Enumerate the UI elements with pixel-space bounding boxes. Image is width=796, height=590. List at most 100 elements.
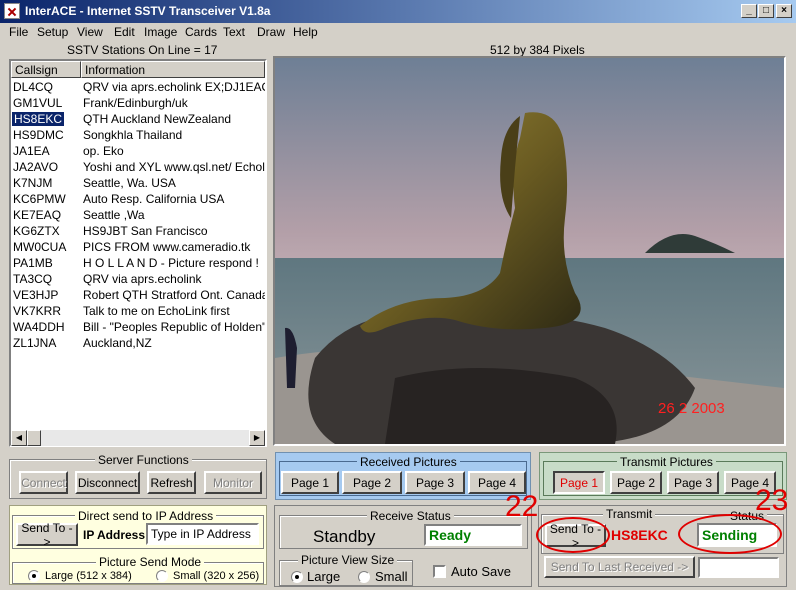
station-callsign: WA4DDH [13, 320, 65, 334]
ip-address-label: IP Address [83, 528, 146, 542]
station-info: QTH Auckland NewZealand [83, 112, 232, 126]
monitor-button[interactable]: Monitor [204, 471, 262, 494]
photo-date-stamp: 26 2 2003 [658, 400, 725, 417]
station-info: Frank/Edinburgh/uk [83, 96, 188, 110]
send-mode-small-radio[interactable] [156, 570, 168, 582]
view-size-large-label: Large [307, 569, 341, 584]
station-callsign: KE7EAQ [13, 208, 62, 222]
menu-help[interactable]: Help [293, 25, 318, 39]
received-pictures-title: Received Pictures [357, 455, 460, 469]
station-callsign: VE3HJP [13, 288, 59, 302]
station-callsign: PA1MB [13, 256, 53, 270]
view-size-small-radio[interactable] [358, 571, 370, 583]
scroll-thumb[interactable] [27, 430, 41, 446]
menu-draw[interactable]: Draw [257, 25, 285, 39]
menu-image[interactable]: Image [144, 25, 177, 39]
table-row[interactable]: KG6ZTX HS9JBT San Francisco [11, 223, 265, 239]
close-button[interactable]: × [776, 4, 792, 18]
station-info: Seattle ,Wa [83, 208, 145, 222]
table-row[interactable]: HS8EKC QTH Auckland NewZealand [11, 111, 265, 127]
station-callsign: JA1EA [13, 144, 50, 158]
transmit-callsign: HS8EKC [611, 527, 668, 543]
direct-send-title: Direct send to IP Address [75, 509, 217, 523]
scroll-left-icon[interactable]: ◀ [11, 430, 27, 446]
table-row[interactable]: ZL1JNA Auckland,NZ [11, 335, 265, 351]
menu-view[interactable]: View [77, 25, 103, 39]
station-callsign: TA3CQ [13, 272, 53, 286]
table-row[interactable]: PA1MB H O L L A N D - Picture respond ! [11, 255, 265, 271]
app-icon[interactable] [4, 3, 20, 19]
transmit-title: Transmit [603, 507, 656, 521]
receive-status-value: Ready [424, 524, 522, 546]
send-mode-large-label: Large (512 x 384) [45, 570, 132, 582]
station-info: Yoshi and XYL www.qsl.net/ Echolink [83, 160, 265, 174]
title-bar: InterACE - Internet SSTV Transceiver V1.… [0, 0, 796, 23]
station-info: Auckland,NZ [83, 336, 152, 350]
menu-cards[interactable]: Cards [185, 25, 217, 39]
table-row[interactable]: HS9DMC Songkhla Thailand [11, 127, 265, 143]
received-page-3-button[interactable]: Page 3 [405, 471, 465, 494]
transmit-page-2-button[interactable]: Page 2 [610, 471, 662, 494]
direct-send-to-button[interactable]: Send To -> [16, 521, 78, 549]
scroll-right-icon[interactable]: ▶ [249, 430, 265, 446]
annotation-number-22: 22 [505, 490, 539, 523]
station-info: Talk to me on EchoLink first [83, 304, 230, 318]
list-horizontal-scrollbar[interactable]: ◀ ▶ [11, 430, 265, 446]
table-row[interactable]: K7NJM Seattle, Wa. USA [11, 175, 265, 191]
column-header-callsign[interactable]: Callsign [11, 61, 81, 78]
table-row[interactable]: JA2AVO Yoshi and XYL www.qsl.net/ Echolin… [11, 159, 265, 175]
minimize-button[interactable]: _ [741, 4, 757, 18]
maximize-button[interactable]: □ [758, 4, 774, 18]
menu-edit[interactable]: Edit [114, 25, 135, 39]
send-to-last-received-button[interactable]: Send To Last Received -> [544, 556, 695, 578]
send-mode-title: Picture Send Mode [96, 555, 205, 569]
table-row[interactable]: WA4DDH Bill - "Peoples Republic of Holden… [11, 319, 265, 335]
station-list[interactable]: Callsign Information DL4CQ QRV via aprs.e… [9, 59, 267, 447]
transmit-page-1-button[interactable]: Page 1 [553, 471, 605, 494]
station-info: Robert QTH Stratford Ont. Canada/Ec [83, 288, 265, 302]
transmit-page-3-button[interactable]: Page 3 [667, 471, 719, 494]
table-row[interactable]: TA3CQ QRV via aprs.echolink [11, 271, 265, 287]
transmit-pictures-title: Transmit Pictures [617, 455, 716, 469]
annotation-circle-send [536, 517, 610, 553]
table-row[interactable]: KC6PMW Auto Resp. California USA [11, 191, 265, 207]
table-row[interactable]: VE3HJP Robert QTH Stratford Ont. Canada/E… [11, 287, 265, 303]
last-received-field[interactable] [698, 557, 779, 578]
picture-size-label: 512 by 384 Pixels [490, 43, 585, 57]
annotation-number-23: 23 [755, 484, 789, 517]
received-picture: 26 2 2003 [273, 56, 786, 446]
connect-button[interactable]: Connect [19, 471, 68, 494]
disconnect-button[interactable]: Disconnect [75, 471, 140, 494]
station-info: Seattle, Wa. USA [83, 176, 176, 190]
station-callsign: K7NJM [13, 176, 53, 190]
refresh-button[interactable]: Refresh [147, 471, 196, 494]
station-callsign: DL4CQ [13, 80, 54, 94]
column-header-information[interactable]: Information [81, 61, 265, 78]
station-callsign: VK7KRR [13, 304, 62, 318]
table-row[interactable]: DL4CQ QRV via aprs.echolink EX;DJ1EAO [11, 79, 265, 95]
station-callsign: MW0CUA [13, 240, 67, 254]
table-row[interactable]: JA1EA op. Eko [11, 143, 265, 159]
table-row[interactable]: GM1VUL Frank/Edinburgh/uk [11, 95, 265, 111]
table-row[interactable]: VK7KRR Talk to me on EchoLink first [11, 303, 265, 319]
menu-file[interactable]: File [9, 25, 28, 39]
received-page-2-button[interactable]: Page 2 [342, 471, 402, 494]
table-row[interactable]: KE7EAQ Seattle ,Wa [11, 207, 265, 223]
menu-setup[interactable]: Setup [37, 25, 68, 39]
menu-text[interactable]: Text [223, 25, 245, 39]
station-callsign: JA2AVO [13, 160, 59, 174]
station-callsign: GM1VUL [13, 96, 63, 110]
annotation-circle-status [678, 514, 782, 554]
ip-address-input[interactable]: Type in IP Address [146, 523, 259, 545]
send-mode-large-radio[interactable] [28, 570, 40, 582]
station-info: op. Eko [83, 144, 124, 158]
station-info: QRV via aprs.echolink [83, 272, 202, 286]
table-row[interactable]: MW0CUA PICS FROM www.cameradio.tk [11, 239, 265, 255]
received-page-1-button[interactable]: Page 1 [281, 471, 339, 494]
menu-bar: File Setup View Edit Image Cards Text Dr… [0, 23, 796, 41]
mermaid-statue-photo: 26 2 2003 [275, 58, 784, 444]
view-size-large-radio[interactable] [291, 571, 303, 583]
view-size-title: Picture View Size [298, 553, 398, 567]
station-info: Bill - "Peoples Republic of Holden" [83, 320, 265, 334]
auto-save-checkbox[interactable] [433, 565, 446, 578]
